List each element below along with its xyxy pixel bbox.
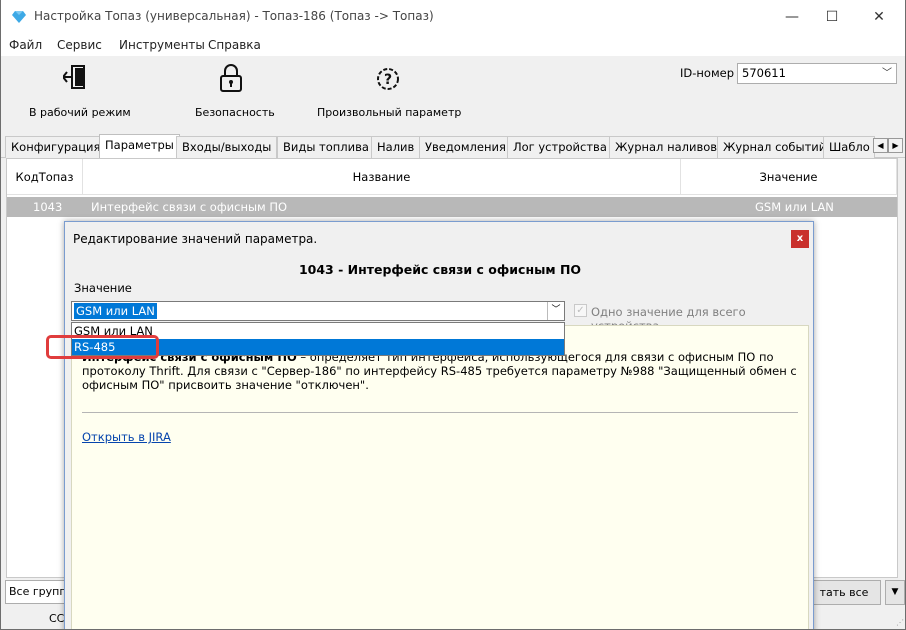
title-bar: Настройка Топаз (универсальная) - Топаз-… <box>1 0 905 34</box>
same-value-checkbox[interactable]: ✓ <box>574 304 587 317</box>
work-mode-label: В рабочий режим <box>29 106 131 119</box>
description-panel: Интерфейс связи с офисным ПО – определяе… <box>71 325 809 629</box>
toolbar: В рабочий режим Безопасность ? Произволь… <box>1 56 905 128</box>
chevron-down-icon: ﹀ <box>882 68 892 79</box>
dialog-close-button[interactable]: x <box>791 230 809 248</box>
tab-event-journal[interactable]: Журнал событий <box>717 136 833 158</box>
main-window: Настройка Топаз (универсальная) - Топаз-… <box>0 0 906 630</box>
row-value: GSM или LAN <box>755 200 834 214</box>
column-header-code[interactable]: КодТопаз <box>7 159 83 195</box>
dialog-title: Редактирование значений параметра. <box>73 232 318 246</box>
size-grip-icon[interactable]: ⋰ <box>896 618 904 627</box>
id-number-value: 570611 <box>742 66 786 80</box>
security-button[interactable]: Безопасность <box>187 56 275 128</box>
value-label: Значение <box>74 281 132 295</box>
read-all-button[interactable]: тать все <box>807 580 881 605</box>
work-mode-button[interactable]: В рабочий режим <box>21 56 131 128</box>
open-in-jira-link[interactable]: Открыть в JIRA <box>82 430 171 444</box>
tab-templates[interactable]: Шабло <box>823 136 875 158</box>
custom-param-label: Произвольный параметр <box>317 106 462 119</box>
padlock-icon <box>220 64 242 92</box>
menu-tools[interactable]: Инструменты <box>119 38 205 52</box>
tab-scroll-left-icon[interactable]: ◀ <box>873 138 888 153</box>
row-code: 1043 <box>33 200 63 214</box>
row-name: Интерфейс связи с офисным ПО <box>91 200 288 214</box>
column-header-name[interactable]: Название <box>83 159 681 195</box>
tab-scroll-right-icon[interactable]: ▶ <box>888 138 903 153</box>
table-row[interactable]: 1043 Интерфейс связи с офисным ПО GSM ил… <box>7 197 897 217</box>
parameter-heading: 1043 - Интерфейс связи с офисным ПО <box>298 262 582 277</box>
divider <box>82 412 798 413</box>
tab-parameters[interactable]: Параметры <box>99 134 180 159</box>
close-window-button[interactable]: ✕ <box>856 0 902 34</box>
value-select[interactable]: GSM или LAN ﹀ <box>71 301 565 321</box>
id-number-select[interactable]: 570611 ﹀ <box>737 63 897 84</box>
tab-bar: Конфигурация Параметры Входы/выходы Виды… <box>1 134 905 159</box>
gear-question-icon: ? <box>377 68 399 90</box>
column-header-value[interactable]: Значение <box>681 159 897 195</box>
bottom-left-text: СС <box>49 612 65 625</box>
svg-text:?: ? <box>384 72 392 88</box>
tab-filling[interactable]: Налив <box>371 136 421 158</box>
highlight-callout <box>46 335 159 359</box>
maximize-button[interactable]: ☐ <box>809 0 855 34</box>
tab-filling-journal[interactable]: Журнал наливов <box>609 136 724 158</box>
chevron-down-icon[interactable]: ﹀ <box>547 302 564 320</box>
tab-fuel-types[interactable]: Виды топлива <box>277 136 375 158</box>
security-label: Безопасность <box>195 106 275 119</box>
menu-service[interactable]: Сервис <box>57 38 102 52</box>
id-number-label: ID-номер <box>680 66 735 80</box>
value-select-current: GSM или LAN <box>74 303 157 319</box>
menu-help[interactable]: Справка <box>208 38 261 52</box>
app-diamond-icon <box>12 11 26 23</box>
read-options-dropdown-icon[interactable]: ▼ <box>885 580 905 605</box>
parameter-description: Интерфейс связи с офисным ПО – определяе… <box>82 350 802 392</box>
tab-device-log[interactable]: Лог устройства <box>507 136 613 158</box>
group-filter-select[interactable]: Все группы <box>5 580 65 604</box>
custom-param-button[interactable]: ? Произвольный параметр <box>311 56 463 128</box>
exit-door-icon <box>63 65 85 89</box>
tab-configuration[interactable]: Конфигурация <box>5 136 107 158</box>
edit-parameter-dialog: Редактирование значений параметра. x 104… <box>64 221 814 629</box>
menu-bar: Файл Сервис Инструменты Справка <box>1 34 905 56</box>
tab-inputs-outputs[interactable]: Входы/выходы <box>176 136 278 158</box>
menu-file[interactable]: Файл <box>9 38 42 52</box>
tab-notifications[interactable]: Уведомления <box>419 136 512 158</box>
window-title: Настройка Топаз (универсальная) - Топаз-… <box>34 9 434 23</box>
